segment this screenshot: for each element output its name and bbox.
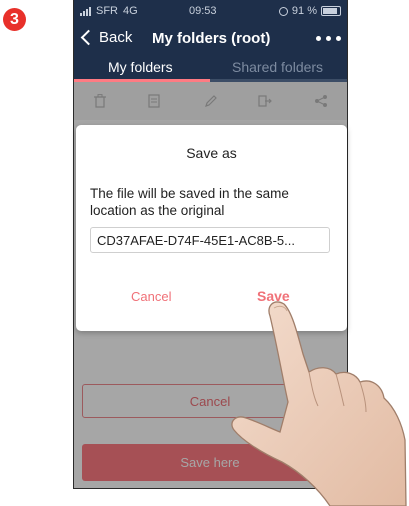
pointing-hand-icon: [231, 301, 407, 506]
